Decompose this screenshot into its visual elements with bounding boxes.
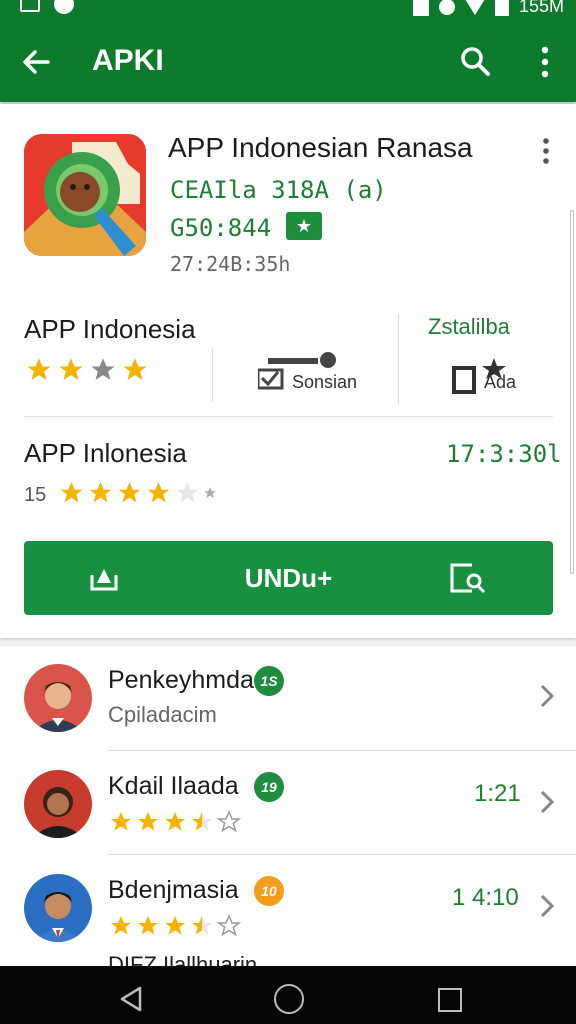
status-time: 155M <box>518 0 564 16</box>
app-developer: CEAIla 318A (a) <box>170 176 387 204</box>
item-time: 1:21 <box>474 780 521 807</box>
app-details-card: APP Indonesian Ranasa CEAIla 318A (a) G5… <box>0 104 576 638</box>
divider <box>108 854 576 855</box>
alarm-icon <box>438 0 455 15</box>
star-icon <box>111 916 131 935</box>
star-icon <box>123 358 147 380</box>
star-icon <box>91 358 115 380</box>
star-outline-icon <box>216 914 242 937</box>
avatar <box>24 874 92 942</box>
star-icon <box>111 812 131 831</box>
star-half-icon <box>192 916 212 935</box>
app-name: APP Indonesian Ranasa <box>168 132 473 163</box>
avatar <box>24 664 92 732</box>
item-badge: 10 <box>254 876 284 906</box>
star-icon <box>165 916 185 935</box>
rating-stars <box>24 356 150 384</box>
star-icon <box>118 482 141 503</box>
divider <box>24 416 553 417</box>
nav-home-icon[interactable] <box>274 984 304 1014</box>
app-icon <box>24 134 146 256</box>
developer-list: Penkeyhmdar 1S Cpiladacim Kdail Ilaada 1… <box>0 646 576 966</box>
download-button[interactable]: UNDu+ <box>24 541 553 615</box>
rating-summary-title: APP Inlonesia <box>24 438 187 468</box>
install-label: Zstalilba <box>428 314 510 339</box>
app-price: G50:844 <box>170 214 272 242</box>
system-nav-bar <box>0 966 576 1024</box>
status-bar: 155M <box>0 0 576 22</box>
star-icon <box>60 482 83 503</box>
divider <box>108 750 576 751</box>
star-icon <box>138 916 158 935</box>
image-notification-icon <box>20 0 40 12</box>
nav-recents-icon[interactable] <box>438 988 462 1012</box>
star-outline-icon <box>216 810 242 833</box>
item-title: Bdenjmasia <box>108 876 239 904</box>
rating-title: APP Indonesia <box>24 314 196 344</box>
solution-label: Sonsian <box>292 372 358 392</box>
star-icon <box>138 812 158 831</box>
item-rating-stars <box>108 914 242 938</box>
star-icon <box>176 482 199 503</box>
divider <box>212 348 213 402</box>
vibrate-icon <box>412 0 429 16</box>
item-subtitle: Cpiladacim <box>108 702 217 727</box>
avatar <box>24 770 92 838</box>
list-item[interactable]: Bdenjmasia 10 1 4:10 <box>0 856 576 960</box>
share-icon <box>450 563 486 594</box>
item-title: Penkeyhmdar <box>108 666 263 694</box>
divider <box>398 314 399 404</box>
verified-badge: ★ <box>286 212 322 240</box>
list-item[interactable]: Penkeyhmdar 1S Cpiladacim <box>0 646 576 750</box>
star-half-icon <box>192 812 212 831</box>
page-title: APKI <box>92 44 164 77</box>
item-badge: 1S <box>254 666 284 696</box>
chevron-right-icon <box>540 894 555 918</box>
rating-summary-time: 17:3:30l <box>446 440 562 468</box>
search-icon[interactable] <box>458 44 492 78</box>
star-icon <box>89 482 112 503</box>
item-badge: 19 <box>254 772 284 802</box>
star-icon <box>204 487 216 498</box>
back-arrow-icon[interactable] <box>18 44 54 80</box>
list-item[interactable]: Kdail Ilaada 19 1:21 <box>0 752 576 856</box>
wifi-icon <box>464 0 485 15</box>
item-title: Kdail Ilaada <box>108 772 239 800</box>
star-icon <box>59 358 83 380</box>
app-notification-icon <box>54 0 74 14</box>
star-icon <box>147 482 170 503</box>
star-icon <box>165 812 185 831</box>
chevron-right-icon <box>540 790 555 814</box>
install-sublabel: Ada <box>484 372 517 392</box>
scrollbar[interactable] <box>570 210 574 574</box>
item-rating-stars <box>108 810 242 834</box>
more-options-icon[interactable] <box>535 44 555 80</box>
chevron-right-icon <box>540 684 555 708</box>
item-time: 1 4:10 <box>452 884 519 911</box>
battery-icon <box>494 0 509 16</box>
rating-summary-stars <box>58 480 217 506</box>
rating-count: 15 <box>24 484 47 506</box>
app-bar: APKI <box>0 22 576 102</box>
star-icon <box>27 358 51 380</box>
nav-back-icon[interactable] <box>116 984 146 1014</box>
app-menu-icon[interactable] <box>536 136 556 166</box>
app-updated-time: 27:24B:35h <box>170 252 291 276</box>
